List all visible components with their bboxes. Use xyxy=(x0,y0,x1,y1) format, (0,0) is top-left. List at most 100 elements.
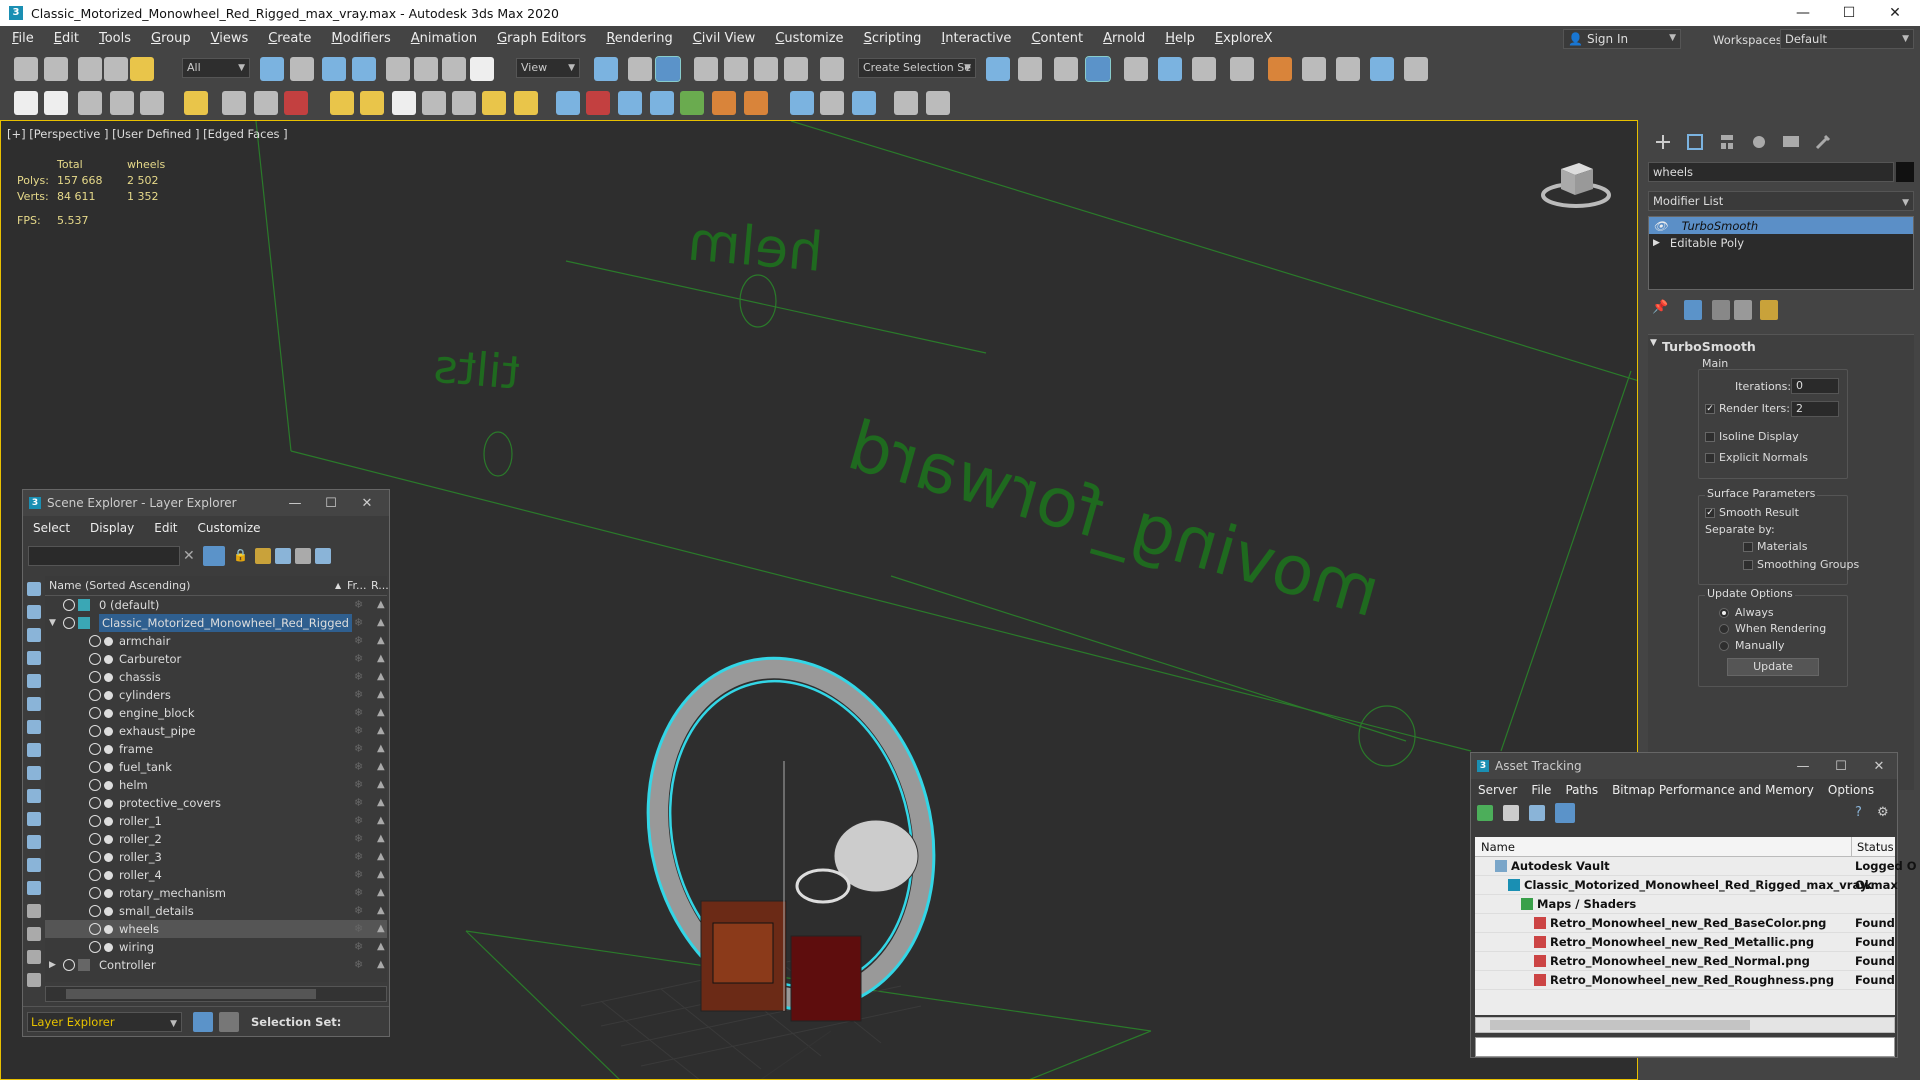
select-move-icon[interactable] xyxy=(386,57,410,81)
eye-icon[interactable] xyxy=(89,851,101,863)
renderable-teapot-icon[interactable]: ▲ xyxy=(377,686,385,704)
eye-icon[interactable] xyxy=(89,635,101,647)
display-geometry-icon[interactable] xyxy=(27,605,41,619)
asset-menu-server[interactable]: Server xyxy=(1471,783,1524,797)
freeze-icon[interactable]: ❄ xyxy=(354,704,363,722)
renderable-teapot-icon[interactable]: ▲ xyxy=(377,614,385,632)
xref-icon[interactable] xyxy=(284,91,308,115)
monowheel-model[interactable] xyxy=(610,626,973,1042)
workspace-dropdown[interactable]: Default ▼ xyxy=(1780,29,1914,49)
bind-space-warp-icon[interactable] xyxy=(130,57,154,81)
converter-icon[interactable] xyxy=(820,91,844,115)
smoothing-groups-checkbox[interactable] xyxy=(1743,560,1753,570)
scene-explorer-titlebar[interactable]: 3 Scene Explorer - Layer Explorer — ☐ ✕ xyxy=(23,490,389,516)
menu-animation[interactable]: Animation xyxy=(401,26,487,52)
layer-tree-row[interactable]: helm ❄ ▲ xyxy=(45,776,387,794)
eye-icon[interactable] xyxy=(89,725,101,737)
material-editor-icon[interactable] xyxy=(1230,57,1254,81)
create-layer-icon[interactable] xyxy=(255,548,271,564)
renderable-teapot-icon[interactable]: ▲ xyxy=(377,956,385,974)
eye-icon[interactable] xyxy=(89,815,101,827)
hair-icon[interactable] xyxy=(712,91,736,115)
gear-light-icon[interactable] xyxy=(650,91,674,115)
asset-row[interactable]: Maps / Shaders xyxy=(1475,895,1895,914)
menu-modifiers[interactable]: Modifiers xyxy=(321,26,400,52)
minimize-button[interactable]: — xyxy=(1780,0,1826,26)
render-column-header[interactable]: R... xyxy=(371,576,389,596)
layer-tree-row[interactable]: roller_3 ❄ ▲ xyxy=(45,848,387,866)
lock-icon[interactable]: 🔒 xyxy=(233,548,248,564)
undo-icon[interactable] xyxy=(14,57,38,81)
export-icon[interactable] xyxy=(894,91,918,115)
eye-icon[interactable] xyxy=(89,689,101,701)
close-button[interactable]: ✕ xyxy=(1872,0,1918,26)
freeze-icon[interactable]: ❄ xyxy=(354,794,363,812)
eye-icon[interactable] xyxy=(89,779,101,791)
select-object-icon[interactable] xyxy=(260,57,284,81)
menu-graph-editors[interactable]: Graph Editors xyxy=(487,26,596,52)
eye-icon[interactable] xyxy=(89,833,101,845)
display-groups-icon[interactable] xyxy=(27,743,41,757)
object-name-field[interactable]: wheels xyxy=(1648,162,1894,182)
manually-radio[interactable] xyxy=(1719,641,1729,651)
clear-search-icon[interactable]: ✕ xyxy=(183,548,195,564)
asset-row[interactable]: Autodesk Vault Logged O xyxy=(1475,857,1917,876)
object-color-swatch[interactable] xyxy=(1896,162,1914,182)
layer-tree-row[interactable]: Carburetor ❄ ▲ xyxy=(45,650,387,668)
tree-horizontal-scrollbar[interactable] xyxy=(45,986,387,1002)
toggle-layer-explorer-icon[interactable] xyxy=(1085,56,1111,82)
eye-icon[interactable] xyxy=(63,617,75,629)
viewport-label[interactable]: [+] [Perspective ] [User Defined ] [Edge… xyxy=(7,127,288,141)
sphere-helper-icon[interactable] xyxy=(254,91,278,115)
eye-icon[interactable] xyxy=(89,887,101,899)
scene-menu-select[interactable]: Select xyxy=(23,521,80,535)
render-in-cloud-icon[interactable] xyxy=(1404,57,1428,81)
minimize-button[interactable]: — xyxy=(277,490,313,516)
align-icon[interactable] xyxy=(1018,57,1042,81)
select-by-name-icon[interactable] xyxy=(290,57,314,81)
asset-row[interactable]: Retro_Monowheel_new_Red_Metallic.png Foun… xyxy=(1475,933,1895,952)
scene-menu-display[interactable]: Display xyxy=(80,521,144,535)
name-column-header[interactable]: Name (Sorted Ascending) xyxy=(49,576,190,596)
layer-tree-row[interactable]: small_details ❄ ▲ xyxy=(45,902,387,920)
schematic-view-icon[interactable] xyxy=(1192,57,1216,81)
sign-in-dropdown[interactable]: 👤 Sign In ▼ xyxy=(1563,29,1681,49)
scroll-thumb[interactable] xyxy=(1490,1020,1750,1030)
light-lister-icon[interactable] xyxy=(184,91,208,115)
menu-customize[interactable]: Customize xyxy=(765,26,853,52)
dome-icon[interactable] xyxy=(360,91,384,115)
layer-tree-row[interactable]: chassis ❄ ▲ xyxy=(45,668,387,686)
display-bones-icon[interactable] xyxy=(27,789,41,803)
snaps-toggle-icon[interactable] xyxy=(694,57,718,81)
fur-icon[interactable] xyxy=(586,91,610,115)
layer-tree-row[interactable]: rotary_mechanism ❄ ▲ xyxy=(45,884,387,902)
menu-civil-view[interactable]: Civil View xyxy=(683,26,766,52)
iterations-spinner[interactable]: 0 xyxy=(1791,378,1839,394)
renderable-teapot-icon[interactable]: ▲ xyxy=(377,902,385,920)
display-none-icon[interactable] xyxy=(27,582,41,596)
bitmap-icon[interactable] xyxy=(78,91,102,115)
collapse-triangle-icon[interactable]: ▼ xyxy=(1650,338,1657,348)
percent-snap-icon[interactable] xyxy=(754,57,778,81)
list-view-icon[interactable] xyxy=(1503,805,1519,821)
freeze-icon[interactable]: ❄ xyxy=(354,830,363,848)
close-button[interactable]: ✕ xyxy=(349,490,385,516)
render-iterative-icon[interactable] xyxy=(1370,57,1394,81)
camera-icon[interactable] xyxy=(222,91,246,115)
remove-modifier-icon[interactable] xyxy=(1734,300,1752,320)
select-rotate-icon[interactable] xyxy=(414,57,438,81)
link-icon[interactable] xyxy=(78,57,102,81)
maximize-button[interactable]: ☐ xyxy=(313,490,349,516)
selection-filter-dropdown[interactable]: All ▼ xyxy=(182,58,250,78)
freeze-icon[interactable]: ❄ xyxy=(354,740,363,758)
tree-icon[interactable] xyxy=(422,91,446,115)
eye-icon[interactable] xyxy=(89,743,101,755)
display-lights-icon[interactable] xyxy=(27,651,41,665)
update-button[interactable]: Update xyxy=(1727,658,1819,676)
maximize-button[interactable]: ☐ xyxy=(1823,753,1859,779)
select-place-icon[interactable] xyxy=(470,57,494,81)
table-view-icon[interactable] xyxy=(1555,803,1575,823)
renderable-teapot-icon[interactable]: ▲ xyxy=(377,740,385,758)
globe-icon[interactable] xyxy=(790,91,814,115)
freeze-icon[interactable]: ❄ xyxy=(354,614,363,632)
